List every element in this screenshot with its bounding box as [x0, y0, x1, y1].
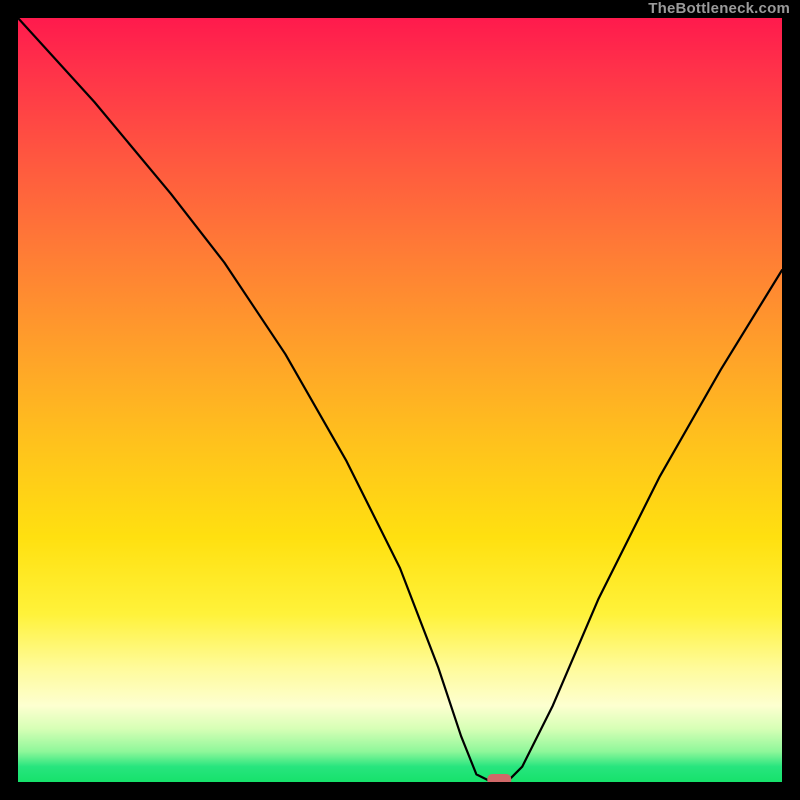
bottleneck-curve: [18, 18, 782, 782]
optimum-marker: [487, 774, 511, 782]
plot-area: [18, 18, 782, 782]
curve-layer: [18, 18, 782, 782]
chart-frame: TheBottleneck.com: [0, 0, 800, 800]
watermark-text: TheBottleneck.com: [648, 0, 790, 18]
